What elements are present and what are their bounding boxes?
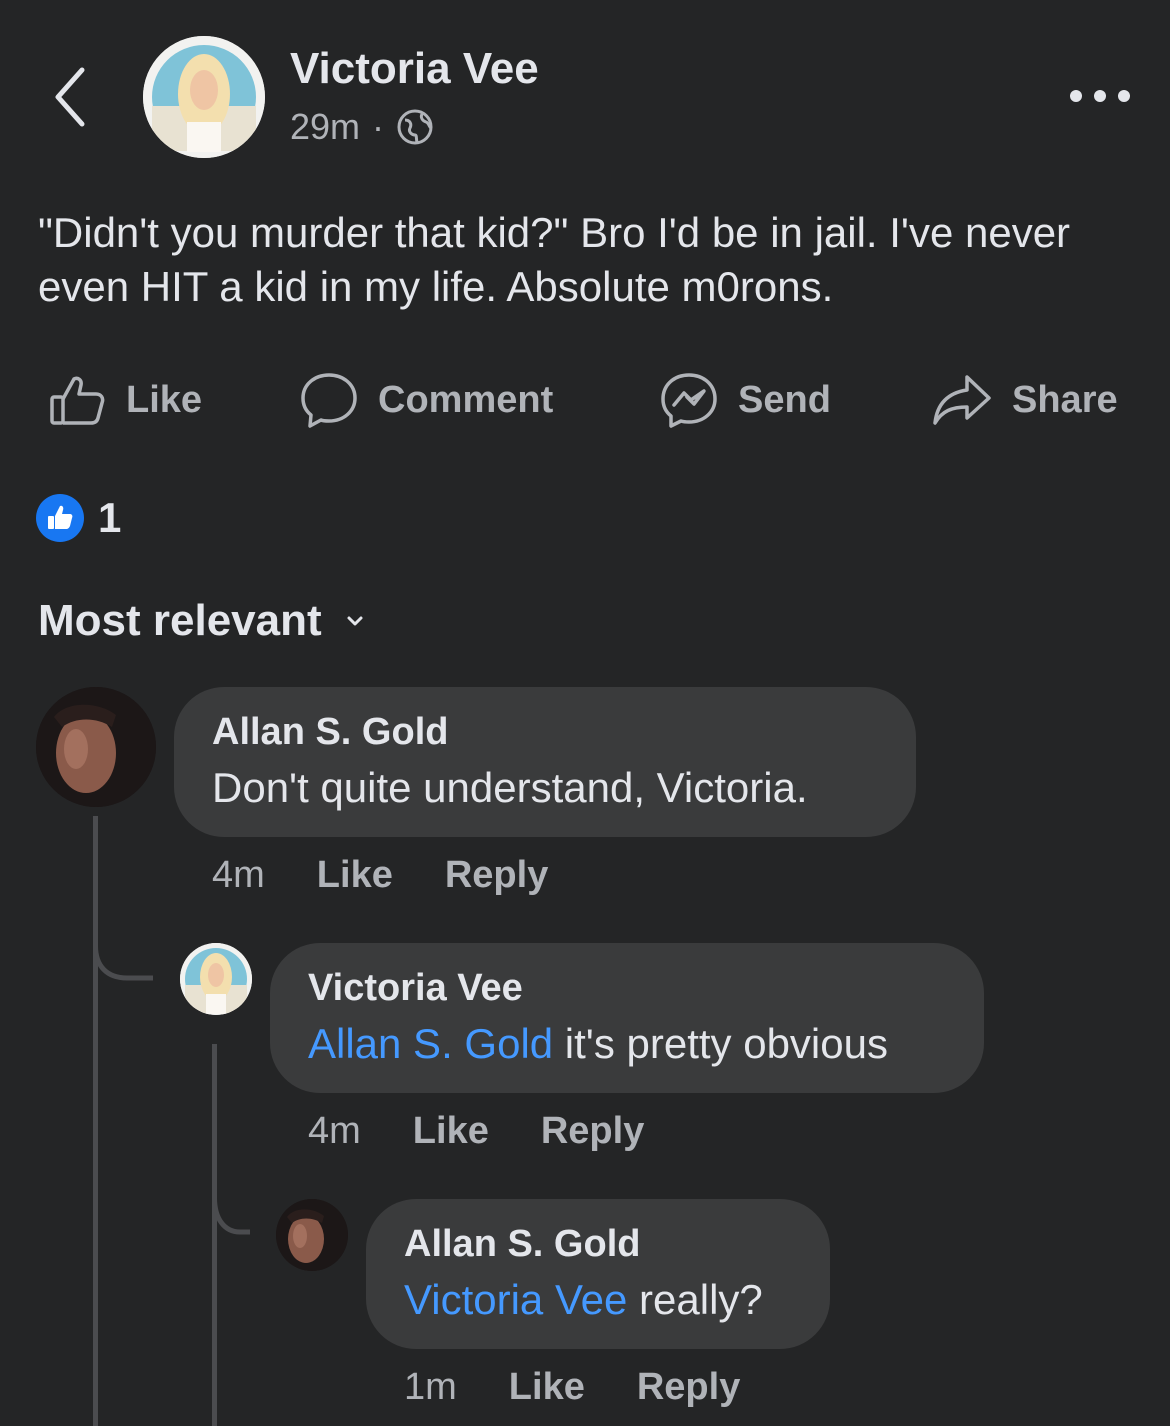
comment-author[interactable]: Victoria Vee bbox=[308, 967, 946, 1010]
send-label: Send bbox=[738, 378, 831, 421]
globe-icon bbox=[397, 109, 433, 145]
comment-author[interactable]: Allan S. Gold bbox=[404, 1223, 792, 1266]
author-avatar[interactable] bbox=[143, 36, 265, 158]
comment-time: 4m bbox=[212, 854, 265, 896]
comment-reply-button[interactable]: Reply bbox=[445, 854, 548, 897]
thread-connector-2 bbox=[212, 1174, 250, 1235]
comment-like-button[interactable]: Like bbox=[317, 854, 393, 897]
post-time[interactable]: 29m bbox=[290, 106, 360, 148]
comment-text-body: it's pretty obvious bbox=[553, 1020, 888, 1067]
like-label: Like bbox=[126, 378, 203, 421]
comment-text-body: really? bbox=[627, 1276, 763, 1323]
comment-bubble[interactable]: Allan S. Gold Don't quite understand, Vi… bbox=[174, 687, 916, 837]
comment-author[interactable]: Allan S. Gold bbox=[212, 711, 878, 754]
comment-like-button[interactable]: Like bbox=[413, 1110, 489, 1153]
comment-bubble[interactable]: Victoria Vee Allan S. Gold it's pretty o… bbox=[270, 943, 984, 1093]
comment-meta: 4m Like Reply bbox=[212, 854, 548, 897]
commenter-avatar[interactable] bbox=[276, 1199, 348, 1271]
comment-sort-dropdown[interactable]: Most relevant bbox=[38, 596, 364, 646]
share-label: Share bbox=[1012, 378, 1118, 421]
messenger-icon bbox=[661, 373, 717, 428]
post-text: "Didn't you murder that kid?" Bro I'd be… bbox=[38, 209, 1071, 310]
comment-bubble-icon bbox=[301, 373, 357, 428]
comment-like-button[interactable]: Like bbox=[509, 1366, 585, 1409]
mention-link[interactable]: Allan S. Gold bbox=[308, 1020, 553, 1067]
more-dots-icon bbox=[1070, 90, 1130, 102]
chevron-left-icon bbox=[55, 67, 85, 127]
chevron-down-icon bbox=[347, 616, 363, 626]
thumbs-up-icon bbox=[50, 376, 105, 425]
thread-line-main bbox=[93, 816, 98, 1426]
share-button[interactable]: Share bbox=[932, 360, 1118, 440]
commenter-avatar[interactable] bbox=[36, 687, 156, 807]
author-name[interactable]: Victoria Vee bbox=[290, 44, 539, 94]
more-options-button[interactable] bbox=[1068, 86, 1132, 106]
comment-text: Don't quite understand, Victoria. bbox=[212, 764, 808, 811]
post-actions-bar: Like Comment Send Share bbox=[0, 360, 1170, 440]
commenter-avatar[interactable] bbox=[180, 943, 252, 1015]
comment-time: 4m bbox=[308, 1110, 361, 1152]
post-meta: 29m · bbox=[290, 106, 434, 148]
sort-label: Most relevant bbox=[38, 596, 322, 645]
back-button[interactable] bbox=[50, 62, 90, 132]
comment-button[interactable]: Comment bbox=[300, 360, 553, 440]
like-button[interactable]: Like bbox=[48, 360, 202, 440]
comment-reply-button[interactable]: Reply bbox=[541, 1110, 644, 1153]
thread-connector-1 bbox=[93, 920, 153, 981]
comment-text: Allan S. Gold it's pretty obvious bbox=[308, 1020, 946, 1068]
like-reaction-icon bbox=[36, 494, 84, 542]
comment-bubble[interactable]: Allan S. Gold Victoria Vee really? bbox=[366, 1199, 830, 1349]
reactions-summary[interactable]: 1 bbox=[36, 494, 121, 542]
comment-meta: 4m Like Reply bbox=[308, 1110, 644, 1153]
comment-label: Comment bbox=[378, 378, 554, 421]
meta-separator: · bbox=[372, 106, 385, 147]
comment-meta: 1m Like Reply bbox=[404, 1366, 740, 1409]
send-button[interactable]: Send bbox=[660, 360, 831, 440]
mention-link[interactable]: Victoria Vee bbox=[404, 1276, 627, 1323]
comment-text: Victoria Vee really? bbox=[404, 1276, 792, 1324]
comment-reply-button[interactable]: Reply bbox=[637, 1366, 740, 1409]
share-arrow-icon bbox=[933, 375, 991, 425]
comment-time: 1m bbox=[404, 1366, 457, 1408]
reaction-count: 1 bbox=[98, 494, 122, 541]
